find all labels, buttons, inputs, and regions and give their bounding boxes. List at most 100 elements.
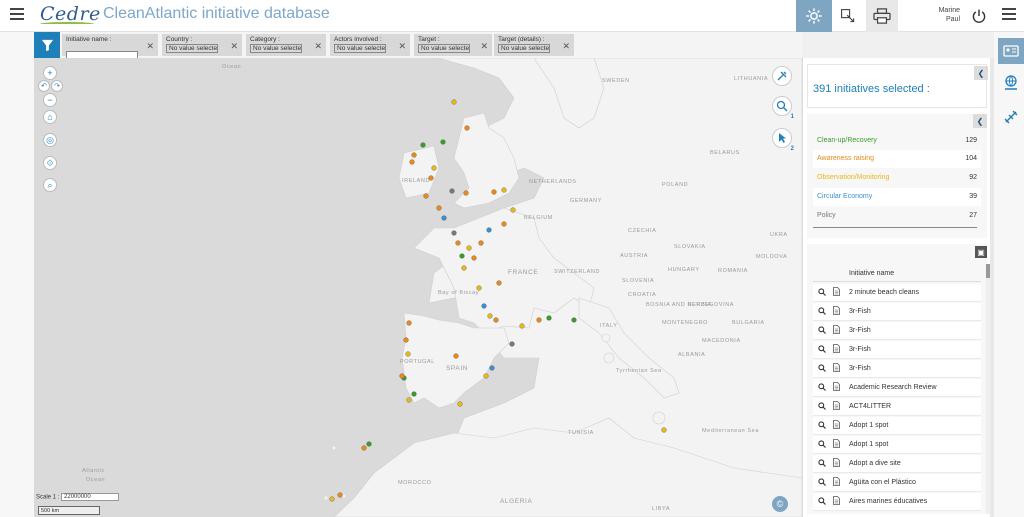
document-icon[interactable]	[833, 382, 840, 393]
category-row[interactable]: Awareness raising 104	[813, 150, 981, 168]
category-name: Clean-up/Recovery	[817, 137, 877, 144]
initiative-markers[interactable]	[34, 58, 802, 517]
search-icon[interactable]	[818, 345, 826, 355]
document-icon[interactable]	[833, 306, 840, 317]
document-icon[interactable]	[833, 363, 840, 374]
print-button[interactable]	[866, 0, 898, 32]
table-row[interactable]: 3r-Fish	[813, 303, 981, 321]
table-row[interactable]: 2 minute beach cleans	[813, 284, 981, 302]
table-row[interactable]: ACT4LITTER	[813, 398, 981, 416]
clear-icon[interactable]: ✕	[480, 41, 488, 52]
zoom-in-button[interactable]: +	[43, 66, 57, 80]
filter-label: Initiative name :	[66, 36, 112, 43]
collapse-icon[interactable]: ❮	[974, 66, 988, 80]
globe-button[interactable]	[998, 70, 1024, 96]
search-icon[interactable]	[818, 440, 826, 450]
document-icon[interactable]	[833, 287, 840, 298]
actors-select[interactable]: No value selected	[334, 44, 386, 53]
search-icon[interactable]	[818, 402, 826, 412]
table-row[interactable]: 3r-Fish	[813, 322, 981, 340]
search-icon[interactable]	[818, 459, 826, 469]
target-select[interactable]: No value selected	[418, 44, 470, 53]
table-row[interactable]: 3r-Fish	[813, 360, 981, 378]
user-last-name: Paul	[945, 16, 960, 23]
filter-initiative-name: Initiative name : ✕	[62, 34, 158, 60]
tools-button[interactable]	[772, 66, 792, 86]
left-rail	[0, 32, 34, 517]
table-row[interactable]: Adopt a dive site	[813, 455, 981, 473]
table-row[interactable]: Aires marines éducatives	[813, 493, 981, 511]
scale-input[interactable]: 22000000	[61, 493, 120, 501]
category-count: 129	[965, 137, 977, 144]
settings-button[interactable]	[796, 0, 832, 32]
copyright-button[interactable]: ©	[772, 496, 788, 512]
search-map-icon[interactable]: ⌕	[43, 178, 57, 192]
category-count: 104	[965, 155, 977, 162]
clear-icon[interactable]: ✕	[314, 41, 322, 52]
document-icon[interactable]	[833, 344, 840, 355]
category-select[interactable]: No value selected	[250, 44, 302, 53]
filter-target: Target : No value selected ✕	[414, 34, 492, 56]
clear-icon[interactable]: ✕	[562, 41, 570, 52]
right-menu-icon[interactable]	[1002, 8, 1016, 20]
search-icon[interactable]	[818, 307, 826, 317]
info-panel-button[interactable]	[998, 38, 1024, 64]
minimize-icon[interactable]: ▣	[975, 246, 987, 258]
initiative-name: 3r-Fish	[849, 308, 871, 315]
search-icon[interactable]	[818, 478, 826, 488]
document-icon[interactable]	[833, 401, 840, 412]
map[interactable]: Ocean SWEDEN LITHUANIA NETHERLANDS POLAN…	[34, 58, 802, 517]
table-row[interactable]: Academic Research Review	[813, 379, 981, 397]
collapse-icon[interactable]: ❮	[973, 114, 987, 128]
locate-icon[interactable]: ◎	[43, 133, 57, 147]
search-icon[interactable]	[818, 383, 826, 393]
search-icon[interactable]	[818, 497, 826, 507]
document-icon[interactable]	[833, 439, 840, 450]
filter-bar: Initiative name : ✕ Country : No value s…	[34, 32, 802, 60]
category-name: Awareness raising	[817, 155, 875, 162]
category-row[interactable]: Policy 27	[813, 207, 981, 225]
table-row[interactable]: Agüita con el Plástico	[813, 474, 981, 492]
pan-left-icon[interactable]: ↶	[38, 80, 50, 92]
id-card-icon	[1003, 45, 1019, 57]
document-icon[interactable]	[833, 458, 840, 469]
selection-summary: 391 initiatives selected : ❮	[807, 64, 988, 108]
share-icon[interactable]: ⟐	[43, 156, 57, 170]
search-icon[interactable]	[818, 326, 826, 336]
select-pointer-button[interactable]: 2	[772, 128, 794, 152]
search-icon[interactable]	[818, 288, 826, 298]
document-icon[interactable]	[833, 477, 840, 488]
document-icon[interactable]	[833, 420, 840, 431]
filter-label: Target :	[418, 36, 440, 43]
search-icon[interactable]	[818, 421, 826, 431]
filter-label: Country :	[166, 36, 193, 43]
category-row[interactable]: Observation/Monitoring 92	[813, 169, 981, 187]
filter-button[interactable]	[34, 32, 60, 58]
document-icon[interactable]	[833, 496, 840, 507]
target-details-select[interactable]: No value selected	[498, 44, 550, 53]
category-row[interactable]: Clean-up/Recovery 129	[813, 132, 981, 150]
export-button[interactable]	[832, 0, 864, 32]
category-row[interactable]: Circular Economy 39	[813, 188, 981, 206]
logo-swoosh	[40, 22, 94, 26]
globe-hand-icon	[1005, 75, 1017, 90]
zoom-out-button[interactable]: −	[43, 93, 57, 107]
search-area-button[interactable]: 1	[772, 96, 794, 120]
search-icon[interactable]	[818, 364, 826, 374]
clear-icon[interactable]: ✕	[146, 41, 154, 52]
filter-category: Category : No value selected ✕	[246, 34, 326, 56]
logout-button[interactable]	[966, 0, 992, 32]
table-row[interactable]: Adopt 1 spot	[813, 417, 981, 435]
menu-icon[interactable]	[10, 8, 24, 20]
clear-icon[interactable]: ✕	[230, 41, 238, 52]
satellite-button[interactable]	[998, 104, 1024, 130]
home-icon[interactable]: ⌂	[43, 110, 57, 124]
pan-right-icon[interactable]: ↷	[51, 80, 63, 92]
category-name: Observation/Monitoring	[817, 174, 890, 181]
table-row[interactable]: Adopt 1 spot	[813, 436, 981, 454]
clear-icon[interactable]: ✕	[398, 41, 406, 52]
country-select[interactable]: No value selected	[166, 44, 218, 53]
table-row[interactable]: 3r-Fish	[813, 341, 981, 359]
document-icon[interactable]	[833, 325, 840, 336]
category-count: 39	[969, 193, 977, 200]
